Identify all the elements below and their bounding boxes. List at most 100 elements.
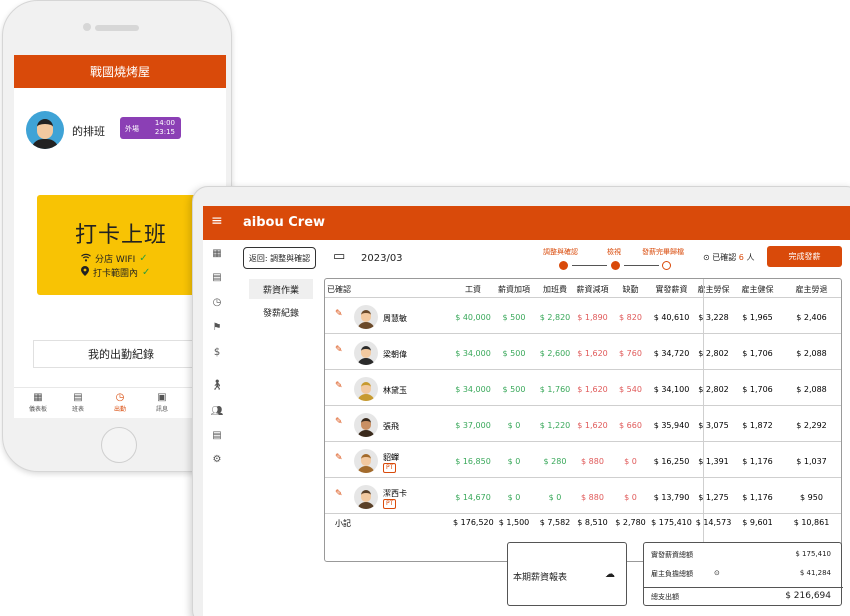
table-cell: $ 0 — [507, 421, 521, 430]
payroll-report-button[interactable]: 本期薪資報表 ☁ — [507, 542, 627, 606]
step-adjust-label: 調整與確認 — [543, 248, 578, 256]
employee-avatar[interactable] — [354, 341, 378, 365]
table-cell: $ 0 — [624, 493, 637, 502]
calendar-icon: ▤ — [73, 392, 83, 403]
subtotal-cell: $ 14,573 — [695, 518, 732, 527]
payroll-table: 已確認 工資 薪資加項 加班費 薪資減項 缺勤 實發薪資 雇主勞保 雇主健保 雇主勞退 ✎ 周慧敏 $ … — [324, 278, 842, 562]
gear-icon[interactable]: ⚙ — [210, 454, 224, 465]
employee-name[interactable]: 貂蟬 — [383, 452, 399, 463]
punch-in-button[interactable]: 打卡上班 分店 WIFI ✓ 打卡範圍內 ✓ — [37, 195, 205, 295]
shift-badge[interactable]: 外場 14:00 23:15 — [120, 117, 181, 139]
table-cell: $ 1,176 — [742, 457, 773, 466]
row-divider — [325, 441, 841, 442]
employee-name[interactable]: 張飛 — [383, 421, 399, 432]
employee-avatar[interactable] — [354, 377, 378, 401]
table-cell: $ 2,600 — [539, 349, 571, 358]
confirm-edit-icon[interactable]: ✎ — [335, 309, 343, 319]
step-adjust-dot — [559, 261, 568, 270]
table-cell: $ 0 — [507, 457, 521, 466]
tab-attendance[interactable]: ◷ 出勤 — [100, 391, 140, 413]
subtotal-cell: $ 7,582 — [539, 518, 571, 527]
table-cell: $ 34,100 — [653, 385, 690, 394]
row-divider — [325, 369, 841, 370]
punch-in-label: 打卡上班 — [74, 223, 167, 248]
subnav-payroll-work[interactable]: 薪資作業 — [249, 279, 313, 299]
complete-payroll-button[interactable]: 完成發薪 — [767, 246, 842, 267]
table-cell: $ 880 — [581, 457, 604, 466]
total-expense-value: $ 216,694 — [785, 591, 831, 601]
attendance-records-button[interactable]: 我的出勤紀錄 — [33, 340, 209, 368]
hamburger-menu-icon[interactable]: ≡ — [211, 213, 223, 229]
table-cell: $ 2,820 — [539, 313, 571, 322]
row-divider — [325, 477, 841, 478]
range-status: 打卡範圍內 ✓ — [81, 266, 150, 279]
tab-dashboard[interactable]: ▦ 儀表板 — [18, 391, 58, 413]
employer-burden-label: 雇主負擔總額 — [651, 570, 693, 578]
part-time-badge: PT — [383, 463, 397, 473]
calendar-clock-icon[interactable]: ▤ — [210, 430, 224, 441]
wifi-label: 分店 WIFI — [95, 255, 136, 265]
app-brand: aibou Crew — [243, 215, 326, 230]
payroll-report-label: 本期薪資報表 — [513, 573, 568, 583]
employee-name[interactable]: 林黛玉 — [383, 385, 407, 396]
table-cell: $ 2,802 — [698, 385, 729, 394]
table-cell: $ 2,802 — [698, 349, 729, 358]
confirm-edit-icon[interactable]: ✎ — [335, 489, 343, 499]
table-cell: $ 16,850 — [455, 457, 491, 466]
dashboard-icon[interactable]: ▦ — [210, 248, 224, 259]
confirm-edit-icon[interactable]: ✎ — [335, 417, 343, 427]
confirm-edit-icon[interactable]: ✎ — [335, 345, 343, 355]
column-header: 雇主健保 — [741, 285, 774, 294]
part-time-badge: PT — [383, 499, 397, 509]
person-walk-icon[interactable]: 🚶︎ — [210, 380, 224, 391]
calendar-icon[interactable]: ▭ — [333, 249, 345, 264]
phone-camera — [83, 23, 91, 31]
back-button[interactable]: 返回: 調整與確認 — [243, 247, 316, 269]
employee-avatar[interactable] — [354, 485, 378, 509]
table-cell: $ 0 — [507, 493, 521, 502]
schedule-title: 的排班 — [72, 125, 105, 138]
avatar[interactable] — [26, 111, 64, 149]
employee-name[interactable]: 梁朝偉 — [383, 349, 407, 360]
clock-icon[interactable]: ◷ — [210, 297, 224, 308]
dollar-icon[interactable]: $ — [210, 347, 224, 358]
calendar-icon[interactable]: ▤ — [210, 272, 224, 283]
confirm-edit-icon[interactable]: ✎ — [335, 381, 343, 391]
employee-avatar[interactable] — [354, 449, 378, 473]
step-review-dot — [611, 261, 620, 270]
confirm-edit-icon[interactable]: ✎ — [335, 453, 343, 463]
phone-home-button[interactable] — [101, 427, 137, 463]
table-cell: $ 37,000 — [455, 421, 491, 430]
cloud-download-icon[interactable]: ☁ — [605, 569, 615, 580]
employee-avatar[interactable] — [354, 305, 378, 329]
table-cell: $ 14,670 — [455, 493, 491, 502]
table-cell: $ 1,760 — [539, 385, 571, 394]
subtotal-cell: $ 176,520 — [453, 518, 494, 527]
store-title: 戰國燒烤屋 — [89, 65, 150, 79]
phone-speaker — [95, 25, 139, 31]
table-cell: $ 2,292 — [796, 421, 827, 430]
attendance-records-label: 我的出勤紀錄 — [88, 348, 154, 361]
table-cell: $ 3,075 — [698, 421, 729, 430]
tab-schedule[interactable]: ▤ 班表 — [58, 391, 98, 413]
employee-avatar[interactable] — [354, 413, 378, 437]
flag-icon[interactable]: ⚑ — [210, 322, 224, 333]
app-header: ≡ aibou Crew — [203, 206, 850, 240]
column-header: 薪資減項 — [576, 285, 609, 294]
subnav-payroll-history[interactable]: 發薪紀錄 — [249, 302, 313, 322]
employee-name[interactable]: 潔西卡 — [383, 488, 407, 499]
step-archive-label: 發薪完畢歸檔 — [642, 248, 684, 256]
column-header: 實發薪資 — [655, 285, 688, 294]
table-cell: $ 2,088 — [796, 385, 827, 394]
table-cell: $ 1,872 — [742, 421, 773, 430]
people-icon[interactable]: 👥︎ — [210, 406, 224, 417]
table-cell: $ 1,890 — [577, 313, 608, 322]
row-divider — [325, 333, 841, 334]
table-cell: $ 500 — [502, 385, 526, 394]
step-connector — [624, 265, 659, 266]
employee-name[interactable]: 周慧敏 — [383, 313, 407, 324]
dashboard-icon: ▦ — [33, 392, 43, 403]
help-icon[interactable]: ⊙ — [714, 569, 720, 577]
tab-messages[interactable]: ▣ 訊息 — [142, 391, 182, 413]
table-cell: $ 35,940 — [653, 421, 690, 430]
